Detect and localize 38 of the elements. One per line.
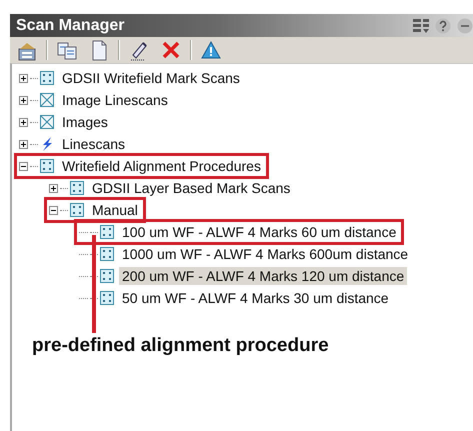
tree-item[interactable]: 1000 um WF - ALWF 4 Marks 600um distance: [119, 245, 412, 263]
circle-icon[interactable]: [457, 18, 473, 34]
tree-item[interactable]: GDSII Writefield Mark Scans: [59, 69, 243, 87]
grid-icon: [70, 181, 84, 195]
collapse-icon[interactable]: [49, 206, 58, 214]
collapse-icon[interactable]: [19, 162, 28, 170]
expand-icon[interactable]: [49, 184, 58, 192]
grid-icon: [40, 71, 54, 85]
grid-icon: [70, 203, 84, 217]
crossed-square-icon: [40, 93, 54, 107]
crossed-square-icon: [40, 115, 54, 129]
expand-icon[interactable]: [19, 96, 28, 104]
delete-icon[interactable]: [161, 40, 181, 60]
tree-item[interactable]: 200 um WF - ALWF 4 Marks 120 um distance: [119, 267, 408, 285]
lightning-icon: [40, 137, 54, 151]
warning-icon[interactable]: [201, 40, 221, 60]
window-title: Scan Manager: [16, 16, 124, 34]
expand-icon[interactable]: [19, 74, 28, 82]
expand-icon[interactable]: [19, 140, 28, 148]
pen-icon[interactable]: [129, 40, 149, 60]
help-icon[interactable]: [435, 18, 451, 34]
expand-icon[interactable]: [19, 118, 28, 126]
grid-icon: [100, 247, 114, 261]
tree-item[interactable]: 100 um WF - ALWF 4 Marks 60 um distance: [119, 223, 400, 241]
grid-icon: [100, 291, 114, 305]
list-icon[interactable]: [413, 18, 429, 34]
tree-item[interactable]: GDSII Layer Based Mark Scans: [89, 179, 294, 197]
grid-icon: [40, 159, 54, 173]
tree-item[interactable]: Image Linescans: [59, 91, 171, 109]
grid-icon: [100, 269, 114, 283]
tree-item[interactable]: Linescans: [59, 135, 128, 153]
tree-item[interactable]: 50 um WF - ALWF 4 Marks 30 um distance: [119, 289, 392, 307]
copy-icon[interactable]: [57, 40, 77, 60]
annotation-text: pre-defined alignment procedure: [32, 335, 329, 356]
tree-item[interactable]: Writefield Alignment Procedures: [59, 157, 264, 175]
grid-icon: [100, 225, 114, 239]
tree-item[interactable]: Images: [59, 113, 111, 131]
tree-item[interactable]: Manual: [89, 201, 141, 219]
